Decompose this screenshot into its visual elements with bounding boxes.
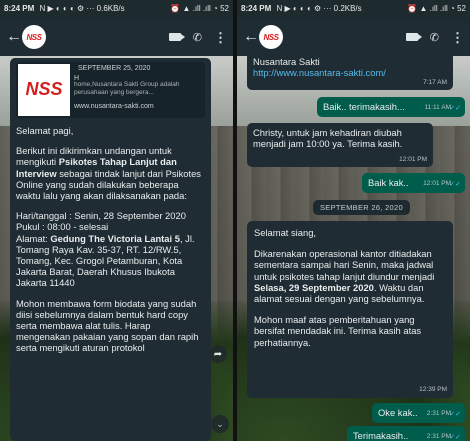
message-text: Christy, untuk jam kehadiran diubah menj… bbox=[253, 127, 403, 150]
read-receipt-icon: ✓✓ bbox=[449, 433, 461, 441]
chat-header: ← NSS ✆ ⋮ bbox=[237, 18, 470, 56]
more-options-icon[interactable]: ⋮ bbox=[214, 31, 227, 44]
message-text: Oke kak.. bbox=[378, 407, 418, 418]
back-arrow-icon[interactable]: ← bbox=[6, 28, 22, 46]
network-speed: 0.2KB/s bbox=[333, 4, 362, 13]
message-time: 12:01 PM bbox=[423, 179, 451, 187]
message-time: 11:11 AM bbox=[424, 103, 452, 111]
preview-date: SEPTEMBER 25, 2020 bbox=[78, 65, 151, 72]
status-right-icons: ⏰ ▲ .ıll .ıll ◔ 52 bbox=[170, 4, 229, 13]
message-time: 12:39 PM bbox=[419, 385, 447, 393]
message-text: Selamat pagi, Berikut ini dikirimkan und… bbox=[16, 125, 201, 354]
message-text: Mohon maaf atas pemberitahuan yang bersi… bbox=[254, 314, 422, 348]
chat-area: NSS SEPTEMBER 25, 2020 H home,Nusantara … bbox=[0, 56, 233, 441]
message-text: Baik.. terimakasih... bbox=[323, 101, 405, 112]
date-separator: SEPTEMBER 26, 2020 bbox=[313, 200, 410, 215]
status-time: 8:24 PM bbox=[4, 4, 35, 13]
preview-description: home,Nusantara Sakti Group adalah perusa… bbox=[74, 81, 180, 96]
contact-avatar[interactable]: NSS bbox=[22, 25, 46, 49]
status-bar: 8:24 PM N ▶ ◐ ◐ ◐ ⚙ ··· 0.2KB/s ⏰ ▲ .ıll… bbox=[237, 0, 470, 18]
status-time: 8:24 PM bbox=[241, 4, 272, 13]
nss-logo: NSS bbox=[263, 32, 279, 42]
back-arrow-icon[interactable]: ← bbox=[243, 28, 259, 46]
video-call-icon[interactable] bbox=[405, 33, 422, 41]
read-receipt-icon: ✓✓ bbox=[449, 104, 461, 112]
message-time: 7:17 AM bbox=[423, 78, 447, 86]
outgoing-message[interactable]: Terimakasih.. 2:31 PM ✓✓ bbox=[347, 426, 465, 441]
status-bar: 8:24 PM N ▶ ◐ ◐ ◐ ⚙ ··· 0.6KB/s ⏰ ▲ .ıll… bbox=[0, 0, 233, 18]
incoming-message[interactable]: Nusantara Sakti http://www.nusantara-sak… bbox=[247, 52, 453, 90]
scroll-down-icon[interactable]: ⌄ bbox=[211, 415, 229, 433]
sender-name: Nusantara Sakti bbox=[253, 56, 320, 67]
chat-header: ← NSS ✆ ⋮ bbox=[0, 18, 233, 56]
message-text: Dikarenakan operasional kantor ditiadaka… bbox=[254, 248, 435, 305]
message-greeting: Selamat siang, bbox=[254, 227, 317, 238]
message-link[interactable]: http://www.nusantara-sakti.com/ bbox=[253, 67, 447, 78]
preview-logo: NSS bbox=[18, 64, 70, 116]
incoming-message[interactable]: Christy, untuk jam kehadiran diubah menj… bbox=[247, 123, 433, 167]
status-icons: N ▶ ◐ ◐ ◐ ⚙ ··· bbox=[276, 4, 332, 13]
right-screenshot: 8:24 PM N ▶ ◐ ◐ ◐ ⚙ ··· 0.2KB/s ⏰ ▲ .ıll… bbox=[237, 0, 470, 441]
message-text: Terimakasih.. bbox=[353, 430, 409, 441]
nss-logo: NSS bbox=[26, 32, 42, 42]
outgoing-message[interactable]: Baik.. terimakasih... 11:11 AM ✓✓ bbox=[317, 97, 465, 117]
preview-url: www.nusantara-sakti.com bbox=[74, 103, 154, 110]
voice-call-icon[interactable]: ✆ bbox=[193, 31, 202, 44]
status-right-icons: ⏰ ▲ .ıll .ıll ◔ 52 bbox=[407, 4, 466, 13]
link-preview[interactable]: NSS SEPTEMBER 25, 2020 H home,Nusantara … bbox=[16, 62, 205, 118]
read-receipt-icon: ✓✓ bbox=[449, 180, 461, 188]
chat-area: Nusantara Sakti http://www.nusantara-sak… bbox=[237, 52, 470, 441]
outgoing-message[interactable]: Baik kak.. 12:01 PM ✓✓ bbox=[362, 173, 465, 193]
status-icons: N ▶ ◐ ◐ ◐ ⚙ ··· bbox=[39, 4, 95, 13]
left-screenshot: 8:24 PM N ▶ ◐ ◐ ◐ ⚙ ··· 0.6KB/s ⏰ ▲ .ıll… bbox=[0, 0, 233, 441]
forward-icon[interactable]: ➦ bbox=[209, 345, 227, 363]
more-options-icon[interactable]: ⋮ bbox=[451, 31, 464, 44]
contact-avatar[interactable]: NSS bbox=[259, 25, 283, 49]
message-time: 2:31 PM bbox=[426, 409, 451, 417]
video-call-icon[interactable] bbox=[168, 33, 185, 41]
network-speed: 0.6KB/s bbox=[96, 4, 125, 13]
outgoing-message[interactable]: Oke kak.. 2:31 PM ✓✓ bbox=[372, 403, 465, 423]
incoming-message[interactable]: NSS SEPTEMBER 25, 2020 H home,Nusantara … bbox=[10, 58, 211, 441]
incoming-message[interactable]: Selamat siang, Dikarenakan operasional k… bbox=[247, 221, 453, 398]
message-text: Baik kak.. bbox=[368, 177, 409, 188]
read-receipt-icon: ✓✓ bbox=[449, 410, 461, 418]
voice-call-icon[interactable]: ✆ bbox=[430, 31, 439, 44]
message-time: 2:31 PM bbox=[426, 432, 451, 440]
message-time: 12:01 PM bbox=[399, 155, 427, 163]
